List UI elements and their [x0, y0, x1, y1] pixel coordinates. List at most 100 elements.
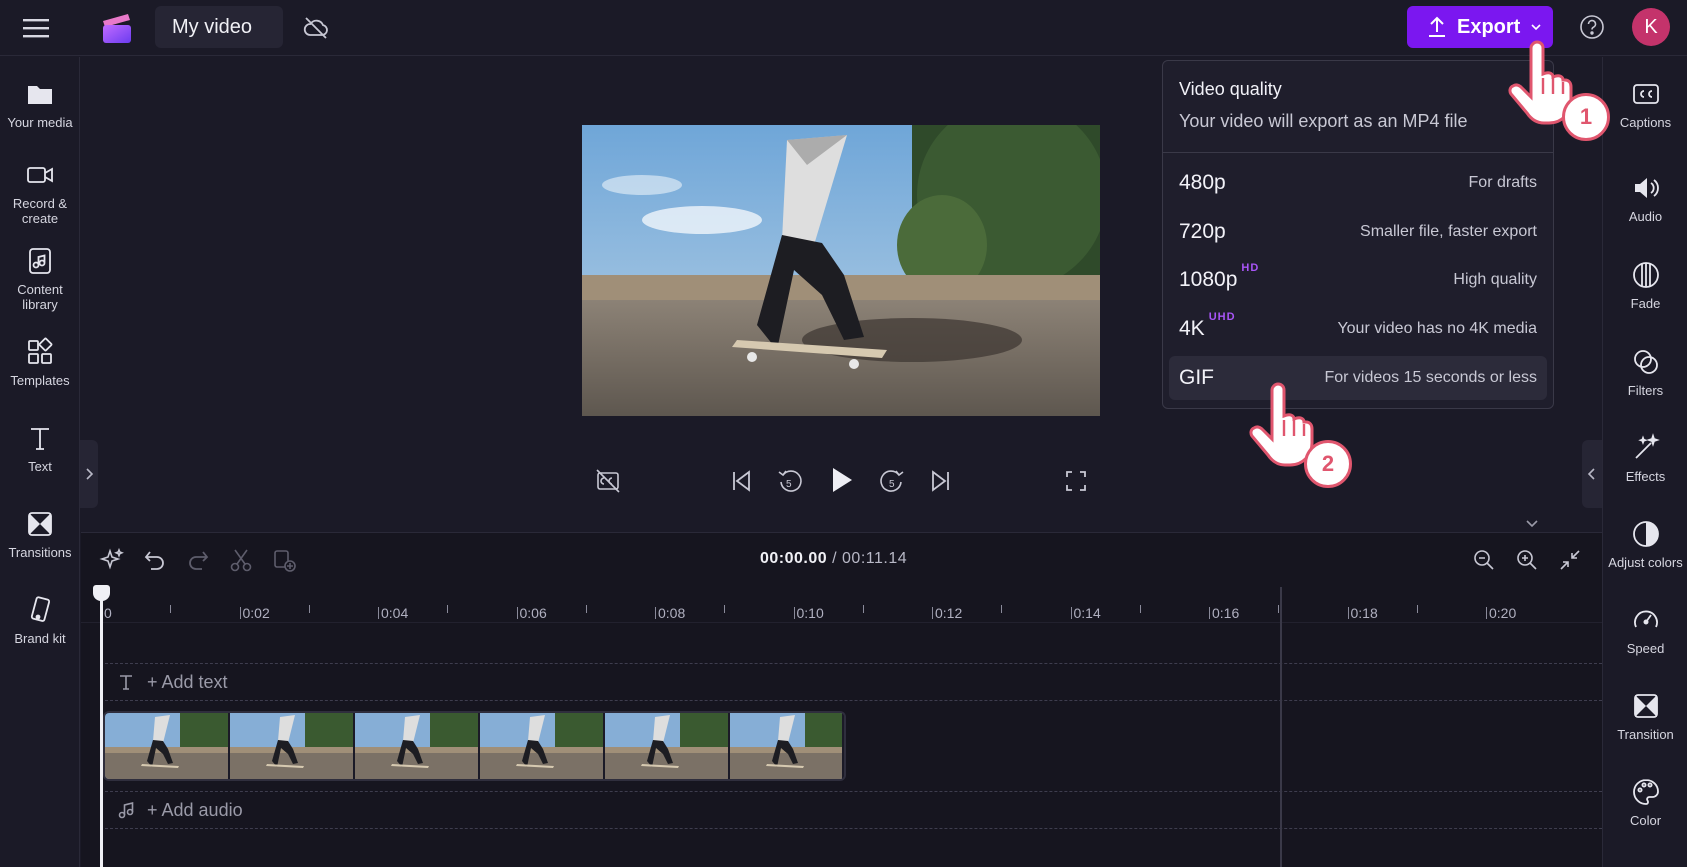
captions-off-icon[interactable]: [593, 466, 623, 496]
option-label: GIF: [1179, 366, 1214, 389]
sidebar-item-color[interactable]: Color: [1603, 777, 1687, 828]
ruler-tick: [655, 607, 656, 619]
undo-icon[interactable]: [142, 547, 168, 573]
timeline-ruler[interactable]: 0 0:02 0:04 0:06 0:08 0:10 0:12 0:14 0:16 0:18 0:2…: [81, 587, 1602, 623]
zoom-in-icon[interactable]: [1514, 547, 1540, 573]
sidebar-item-label: Your media: [7, 115, 73, 130]
step-badge-1: 1: [1562, 93, 1610, 141]
video-preview[interactable]: [582, 125, 1100, 416]
transitions-icon: [25, 509, 55, 539]
sidebar-item-record-create[interactable]: Record & create: [0, 160, 80, 226]
sidebar-item-audio[interactable]: Audio: [1603, 173, 1687, 224]
svg-text:5: 5: [786, 479, 792, 490]
scissors-icon[interactable]: [228, 547, 254, 573]
content-library-icon: [25, 246, 55, 276]
skip-back-icon[interactable]: [726, 466, 756, 496]
option-desc: High quality: [1453, 271, 1537, 288]
sidebar-item-templates[interactable]: Templates: [0, 337, 80, 388]
cloud-off-icon[interactable]: [302, 14, 330, 42]
svg-text:5: 5: [889, 479, 895, 490]
sidebar-item-speed[interactable]: Speed: [1603, 605, 1687, 656]
ruler-tick: [1486, 607, 1487, 619]
sidebar-item-label: Filters: [1627, 383, 1664, 398]
text-icon: [25, 423, 55, 453]
collapse-right-panel-button[interactable]: [1582, 440, 1602, 508]
sidebar-item-transition[interactable]: Transition: [1603, 691, 1687, 742]
expand-left-panel-button[interactable]: [80, 440, 98, 508]
hd-badge: HD: [1241, 262, 1260, 274]
sidebar-item-label: Content library: [17, 282, 63, 312]
sidebar-item-text[interactable]: Text: [0, 423, 80, 474]
sidebar-item-label: Color: [1629, 813, 1662, 828]
speed-icon: [1631, 605, 1661, 635]
ruler-tick: [1209, 607, 1210, 619]
music-note-icon: [118, 801, 134, 819]
sidebar-item-content-library[interactable]: Content library: [0, 246, 80, 312]
video-clip[interactable]: [103, 711, 846, 781]
magic-sparkle-icon[interactable]: [99, 547, 125, 573]
clipchamp-logo-icon[interactable]: [100, 11, 134, 45]
redo-icon[interactable]: [185, 547, 211, 573]
sidebar-item-filters[interactable]: Filters: [1603, 347, 1687, 398]
project-title[interactable]: My video: [155, 6, 283, 48]
sidebar-item-captions[interactable]: Captions: [1603, 79, 1687, 130]
option-gif[interactable]: GIF For videos 15 seconds or less: [1169, 356, 1547, 400]
sidebar-item-fade[interactable]: Fade: [1603, 260, 1687, 311]
ruler-label: 0:06: [519, 605, 547, 621]
option-480p[interactable]: 480p For drafts: [1169, 161, 1547, 205]
ruler-label: 0:04: [381, 605, 409, 621]
ruler-label: 0:14: [1073, 605, 1101, 621]
chevron-down-icon: [1531, 24, 1541, 31]
zoom-out-icon[interactable]: [1471, 547, 1497, 573]
option-label: 720p: [1179, 220, 1226, 243]
option-720p[interactable]: 720p Smaller file, faster export: [1169, 210, 1547, 254]
ruler-label: 0:08: [658, 605, 686, 621]
user-avatar[interactable]: K: [1632, 8, 1670, 46]
sidebar-item-label: Speed: [1626, 641, 1665, 656]
fullscreen-icon[interactable]: [1061, 466, 1091, 496]
fade-icon: [1631, 260, 1661, 290]
text-track[interactable]: + Add text: [105, 663, 1602, 701]
option-1080p[interactable]: 1080p HD High quality: [1169, 258, 1547, 302]
duplicate-icon[interactable]: [271, 547, 297, 573]
skip-forward-icon[interactable]: [926, 466, 956, 496]
ruler-minor-tick: [1139, 605, 1141, 613]
fit-to-screen-icon[interactable]: [1557, 547, 1583, 573]
forward-5s-icon[interactable]: 5: [877, 466, 907, 496]
audio-track[interactable]: + Add audio: [105, 791, 1602, 829]
text-icon: [120, 675, 132, 690]
adjust-colors-icon: [1631, 519, 1661, 549]
ruler-label: 0:16: [1212, 605, 1240, 621]
sidebar-item-effects[interactable]: Effects: [1603, 433, 1687, 484]
menu-icon[interactable]: [20, 14, 52, 42]
play-icon[interactable]: [826, 465, 856, 495]
ruler-tick: [793, 607, 795, 619]
sidebar-item-brand-kit[interactable]: Brand kit: [0, 595, 80, 646]
sidebar-item-adjust-colors[interactable]: Adjust colors: [1603, 519, 1687, 570]
chevron-down-icon[interactable]: [1523, 514, 1541, 532]
sidebar-item-label: Effects: [1625, 469, 1666, 484]
export-label: Export: [1457, 15, 1521, 38]
audio-icon: [1631, 173, 1661, 203]
option-label: 4K UHD: [1179, 311, 1236, 340]
ruler-minor-tick: [585, 605, 587, 613]
sidebar-item-transitions[interactable]: Transitions: [0, 509, 80, 560]
option-4k[interactable]: 4K UHD Your video has no 4K media: [1169, 307, 1547, 351]
transition-icon: [1631, 691, 1661, 721]
ruler-label: 0:10: [796, 605, 824, 621]
option-desc: For videos 15 seconds or less: [1324, 369, 1537, 386]
menu-header: Video quality Your video will export as …: [1163, 61, 1553, 153]
playhead[interactable]: [100, 587, 103, 867]
sidebar-item-label: Templates: [10, 373, 70, 388]
ruler-tick: [378, 607, 379, 619]
ruler-minor-tick: [170, 605, 172, 613]
rewind-5s-icon[interactable]: 5: [775, 466, 805, 496]
ruler-minor-tick: [1416, 605, 1418, 613]
help-icon[interactable]: [1578, 13, 1606, 41]
ruler-label: 0:12: [935, 605, 963, 621]
total-time: / 00:11.14: [832, 550, 908, 567]
ruler-minor-tick: [308, 605, 310, 613]
sidebar-item-your-media[interactable]: Your media: [0, 79, 80, 130]
option-desc: Your video has no 4K media: [1337, 320, 1537, 337]
playhead-handle[interactable]: [93, 585, 110, 601]
